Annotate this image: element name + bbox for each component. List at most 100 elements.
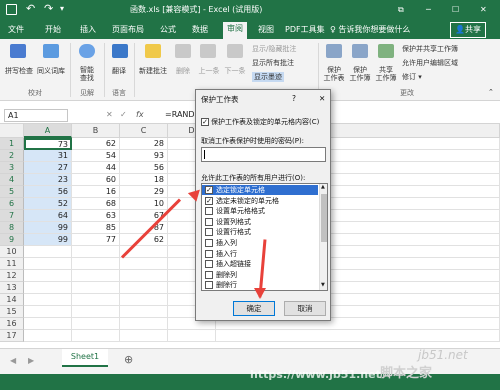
cell-b3[interactable]: 44 xyxy=(72,162,120,174)
column-header-c[interactable]: C xyxy=(120,124,168,138)
permission-option[interactable]: 设置单元格格式 xyxy=(202,206,318,216)
tab-formulas[interactable]: 公式 xyxy=(160,23,176,37)
cell-a11[interactable] xyxy=(24,258,72,270)
cell-c11[interactable] xyxy=(120,258,168,270)
permission-option[interactable]: ✓ 选定未锁定的单元格 xyxy=(202,196,318,206)
cell-a3[interactable]: 27 xyxy=(24,162,72,174)
cell-b4[interactable]: 60 xyxy=(72,174,120,186)
protect-share-workbook-button[interactable]: 保护并共享工作簿 xyxy=(402,44,458,54)
tab-home[interactable]: 开始 xyxy=(45,23,61,37)
cell-a9[interactable]: 99 xyxy=(24,234,72,246)
password-input[interactable] xyxy=(201,147,326,162)
smart-lookup-button[interactable]: 智能 查找 xyxy=(72,66,102,82)
protect-sheet-button[interactable]: 保护 工作表 xyxy=(320,66,348,82)
row-header-17[interactable]: 17 xyxy=(0,330,24,342)
permission-option[interactable]: 插入行 xyxy=(202,249,318,259)
previous-comment-icon[interactable] xyxy=(200,44,216,58)
cell-c13[interactable] xyxy=(120,282,168,294)
cell-b8[interactable]: 85 xyxy=(72,222,120,234)
cell-c14[interactable] xyxy=(120,294,168,306)
permission-checkbox[interactable] xyxy=(205,207,213,216)
tab-pdf-tools[interactable]: PDF工具集 xyxy=(285,23,325,37)
protect-contents-checkbox[interactable]: ✓ xyxy=(201,118,209,126)
formula-input[interactable]: =RAND xyxy=(165,110,195,119)
thesaurus-icon[interactable] xyxy=(43,44,59,58)
permission-checkbox[interactable] xyxy=(205,260,213,269)
cell-a10[interactable] xyxy=(24,246,72,258)
cell-c1[interactable]: 28 xyxy=(120,138,168,150)
cell-b6[interactable]: 68 xyxy=(72,198,120,210)
minimize-button[interactable]: ─ xyxy=(426,0,431,20)
tab-file[interactable]: 文件 xyxy=(8,23,24,37)
translate-button[interactable]: 翻译 xyxy=(104,66,134,76)
cell-c5[interactable]: 29 xyxy=(120,186,168,198)
row-header-15[interactable]: 15 xyxy=(0,306,24,318)
cell-b14[interactable] xyxy=(72,294,120,306)
cell-a6[interactable]: 52 xyxy=(24,198,72,210)
cell-a12[interactable] xyxy=(24,270,72,282)
cell-a17[interactable] xyxy=(24,330,72,342)
row-header-7[interactable]: 7 xyxy=(0,210,24,222)
cell-a13[interactable] xyxy=(24,282,72,294)
cell-c15[interactable] xyxy=(120,306,168,318)
maximize-button[interactable]: ☐ xyxy=(452,0,459,20)
redo-icon[interactable]: ↷ xyxy=(44,2,53,15)
permission-option[interactable]: 插入列 xyxy=(202,238,318,248)
permission-checkbox[interactable] xyxy=(205,228,213,237)
cell-c16[interactable] xyxy=(120,318,168,330)
cell-b16[interactable] xyxy=(72,318,120,330)
delete-comment-button[interactable]: 删除 xyxy=(170,66,196,76)
tell-me-search[interactable]: ♀ 告诉我你想要做什么 xyxy=(330,23,410,37)
row-header-1[interactable]: 1 xyxy=(0,138,24,150)
list-scrollbar[interactable]: ▲ ▼ xyxy=(319,184,327,290)
row-header-14[interactable]: 14 xyxy=(0,294,24,306)
cell-c6[interactable]: 10 xyxy=(120,198,168,210)
show-hide-comment-button[interactable]: 显示/隐藏批注 xyxy=(252,44,296,54)
dialog-close-button[interactable]: ✕ xyxy=(319,94,325,103)
permission-checkbox[interactable] xyxy=(205,270,213,279)
select-all-corner[interactable] xyxy=(0,124,24,138)
permission-option[interactable]: ✓ 选定锁定单元格 xyxy=(202,185,318,195)
cell-c4[interactable]: 18 xyxy=(120,174,168,186)
cell-b13[interactable] xyxy=(72,282,120,294)
permission-option[interactable]: 设置列格式 xyxy=(202,217,318,227)
row-header-5[interactable]: 5 xyxy=(0,186,24,198)
save-icon[interactable] xyxy=(6,4,17,15)
active-cell-a1[interactable]: 73 xyxy=(24,138,72,150)
undo-icon[interactable]: ↶ xyxy=(26,2,35,15)
name-box[interactable]: A1 xyxy=(4,109,68,122)
new-sheet-button[interactable]: ⊕ xyxy=(124,353,133,366)
restore-ribbon-button[interactable]: ⧉ xyxy=(398,0,404,20)
row-header-9[interactable]: 9 xyxy=(0,234,24,246)
cancel-dialog-button[interactable]: 取消 xyxy=(284,301,326,316)
cell-b10[interactable] xyxy=(72,246,120,258)
smart-lookup-icon[interactable] xyxy=(79,44,95,58)
permission-checkbox[interactable] xyxy=(205,217,213,226)
cell-b12[interactable] xyxy=(72,270,120,282)
next-comment-button[interactable]: 下一条 xyxy=(222,66,248,76)
scroll-thumb[interactable] xyxy=(321,194,327,242)
sheet-tab-sheet1[interactable]: Sheet1 xyxy=(62,349,108,367)
scroll-up-icon[interactable]: ▲ xyxy=(321,184,325,190)
cell-a7[interactable]: 64 xyxy=(24,210,72,222)
cell-a8[interactable]: 99 xyxy=(24,222,72,234)
quick-access-more-icon[interactable]: ▾ xyxy=(60,4,64,13)
scroll-right-icon[interactable]: ▶ xyxy=(28,356,34,365)
close-button[interactable]: ✕ xyxy=(480,0,487,20)
dialog-help-button[interactable]: ? xyxy=(292,94,296,103)
tab-review[interactable]: 审阅 xyxy=(223,22,247,39)
cell-b17[interactable] xyxy=(72,330,120,342)
cell-c3[interactable]: 56 xyxy=(120,162,168,174)
cancel-icon[interactable]: ✕ xyxy=(106,110,113,119)
cell-a14[interactable] xyxy=(24,294,72,306)
cell-b5[interactable]: 16 xyxy=(72,186,120,198)
row-header-2[interactable]: 2 xyxy=(0,150,24,162)
tab-page-layout[interactable]: 页面布局 xyxy=(112,23,144,37)
cell-b1[interactable]: 62 xyxy=(72,138,120,150)
next-comment-icon[interactable] xyxy=(227,44,243,58)
enter-icon[interactable]: ✓ xyxy=(120,110,127,119)
permission-checkbox[interactable]: ✓ xyxy=(205,196,213,205)
cell-d17[interactable] xyxy=(168,330,216,342)
show-ink-button[interactable]: 显示墨迹 xyxy=(252,72,284,82)
row-header-6[interactable]: 6 xyxy=(0,198,24,210)
